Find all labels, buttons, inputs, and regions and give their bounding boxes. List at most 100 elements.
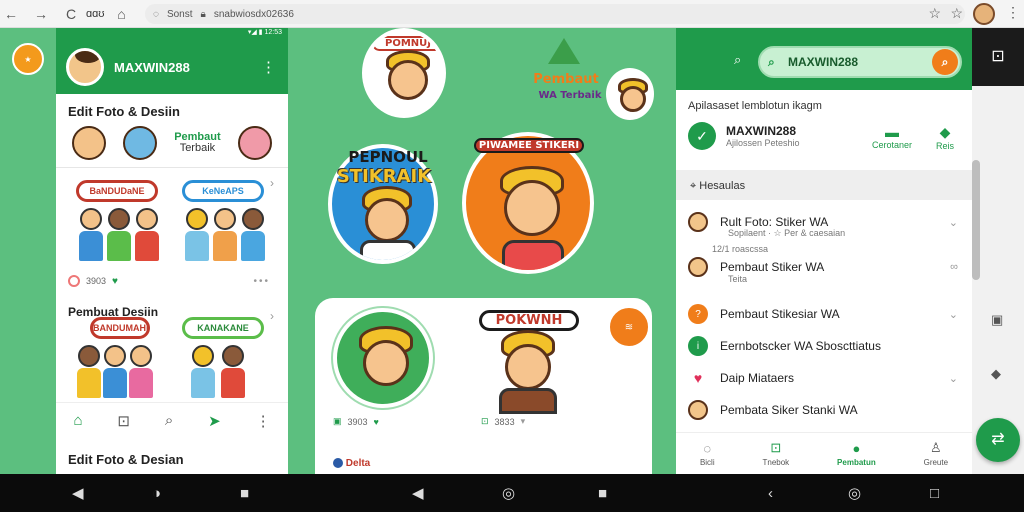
- tag-icon: ◆: [939, 124, 951, 140]
- sticker-top[interactable]: POMNUJ: [362, 28, 446, 118]
- nav-home-icon[interactable]: ◎: [502, 484, 515, 502]
- list-item[interactable]: ♥ Daip Miataers ⌄: [676, 362, 972, 394]
- search-input[interactable]: ⌕ MAXWIN288 ⌕: [758, 46, 962, 78]
- send-tab-icon[interactable]: ➤: [208, 412, 221, 430]
- sticker-pack-card[interactable]: › BaNDUDaNE KeNeAPS 3903 ♥ •••: [56, 167, 288, 295]
- more-options-icon[interactable]: ⋮: [261, 58, 276, 76]
- tab-chat-label: Bicli: [699, 457, 715, 467]
- sticker-kid: [128, 345, 154, 401]
- sticker-top-label: POMNUJ: [372, 36, 442, 51]
- bottom-tab-bar: ⌂ ⊡ ⌕ ➤ ⋮: [56, 402, 288, 438]
- chevron-down-icon[interactable]: ⌄: [949, 308, 958, 321]
- contact-action-2-label: Reis: [936, 141, 955, 151]
- gallery-tab-icon[interactable]: ⊡: [117, 412, 130, 430]
- floating-action-button[interactable]: ⇄: [976, 418, 1020, 462]
- sticker-big-left-label-a: PEPNOUL: [348, 148, 428, 166]
- contact-action-2[interactable]: ◆ Reis: [936, 124, 954, 151]
- back-button[interactable]: ←: [0, 3, 22, 25]
- like-icon[interactable]: [68, 275, 80, 287]
- list-item[interactable]: i Eernbotscker WA Sboscttiatus: [676, 330, 972, 362]
- verified-check-icon: ✓: [688, 122, 716, 150]
- sticker-pack-card[interactable]: Pembuat Desiin › BANDUMAHE KANAKANE: [56, 295, 288, 401]
- list-item-label: Pembata Siker Stanki WA: [720, 403, 858, 417]
- side-action-icon[interactable]: ▣: [991, 312, 1003, 328]
- sticker-banner: KeNeAPS: [182, 180, 264, 202]
- tab-book[interactable]: ⊡ Tnebok: [762, 440, 789, 467]
- heart-icon[interactable]: ♥: [112, 276, 118, 287]
- tab-profile[interactable]: ♙ Greute: [924, 440, 948, 467]
- sticker-action-icon: ≋: [624, 321, 634, 333]
- sticker-thumb[interactable]: [237, 126, 272, 160]
- info-icon: ◌: [153, 8, 159, 20]
- list-item[interactable]: Rult Foto: Stiker WA Sopilaent · ☆ Per &…: [676, 206, 972, 238]
- nav-recents-icon[interactable]: ■: [598, 485, 607, 502]
- tab-label: Sonst: [166, 8, 193, 20]
- nav-home-icon[interactable]: ◑: [152, 485, 161, 502]
- message-icon: ▬: [885, 124, 900, 140]
- contact-sub: Ajilossen Peteshio: [726, 138, 800, 148]
- nav-home-icon[interactable]: ◎: [848, 484, 861, 502]
- sticker-small[interactable]: [606, 68, 654, 120]
- sticker-group: KANAKANE: [176, 317, 272, 401]
- chevron-down-icon[interactable]: ⌄: [949, 216, 958, 229]
- search-tab-icon[interactable]: ⌕: [165, 412, 173, 429]
- list-item[interactable]: Pembaut Stiker WA Teita ∞: [676, 254, 972, 284]
- tab-create[interactable]: ● Pembatun: [837, 441, 876, 467]
- profile-avatar[interactable]: [973, 3, 995, 25]
- more-icon[interactable]: ∞: [950, 261, 958, 273]
- avatar[interactable]: [66, 48, 104, 86]
- sticker-detail-left[interactable]: [333, 308, 433, 408]
- search-submit-icon[interactable]: ⌕: [932, 49, 958, 75]
- bookmark-star-icon[interactable]: ☆: [928, 5, 941, 22]
- more-tab-icon[interactable]: ⋮: [256, 412, 271, 430]
- tab-chat[interactable]: ◌ Bicli: [700, 441, 715, 467]
- sticker-big-right[interactable]: [462, 132, 594, 274]
- search-icon[interactable]: ⌕: [734, 52, 741, 68]
- address-bar[interactable]: ◌ Sonst 🔒︎ snabwiosdx02636 ☆ ☆: [145, 4, 965, 24]
- home-tab-icon[interactable]: ⌂: [73, 412, 82, 429]
- contact-row[interactable]: ✓ MAXWIN288 Ajilossen Peteshio ▬ Cerotane…: [676, 112, 972, 160]
- extension-star-icon[interactable]: ☆: [950, 5, 963, 22]
- chevron-down-icon[interactable]: ⌄: [949, 372, 958, 385]
- sticker-action-button[interactable]: ≋: [606, 304, 652, 350]
- reload-button[interactable]: C: [60, 3, 82, 25]
- logo-text-a: Pembaut: [533, 72, 599, 87]
- nav-back-icon[interactable]: ◀: [412, 484, 424, 502]
- share-icon[interactable]: ⊡: [481, 416, 489, 427]
- sticker-body: [360, 240, 416, 260]
- logo-text-b: WA Terbaik: [538, 90, 602, 101]
- chevron-down-icon[interactable]: ▾: [521, 416, 526, 427]
- scrollbar[interactable]: [972, 160, 980, 280]
- sticker-face: [505, 344, 551, 390]
- save-icon[interactable]: ▣: [333, 416, 342, 427]
- card-more-icon[interactable]: •••: [253, 276, 270, 287]
- meta-right-count: 3833: [494, 416, 515, 427]
- reload-icon: C: [65, 5, 77, 22]
- left-phone-screen: ▾◢ ▮ 12:53 MAXWIN288 ⋮ Edit Foto & Desii…: [56, 28, 288, 474]
- right-phone-screen: ⌕ ⌕ MAXWIN288 ⌕ Apilasaset lemblotun ika…: [676, 28, 972, 474]
- app-logo-icon[interactable]: ★: [12, 43, 44, 75]
- heart-icon[interactable]: ♥: [374, 417, 379, 427]
- tab-create-label: Pembatun: [837, 457, 876, 467]
- detail-meta-left: ▣ 3903 ♥: [333, 416, 379, 427]
- sticker-big-left-label-b: STIKRAIK: [336, 166, 432, 187]
- side-action-icon[interactable]: ◆: [991, 366, 1001, 382]
- nav-back-icon[interactable]: ◀: [72, 484, 84, 502]
- nav-recents-icon[interactable]: ■: [240, 485, 249, 502]
- forward-button[interactable]: →: [30, 3, 52, 25]
- sticker-big-right-label: PIWAMEE STIKERI: [474, 138, 584, 153]
- home-button[interactable]: ⌂: [111, 3, 133, 25]
- sticker-detail-right[interactable]: POKWNH: [475, 310, 585, 414]
- nav-back-icon[interactable]: ‹: [768, 485, 773, 502]
- sticker-thumb[interactable]: [72, 126, 107, 160]
- browser-menu-icon[interactable]: ⋮: [1006, 4, 1020, 21]
- list-item[interactable]: ? Pembaut Stikesiar WA ⌄: [676, 298, 972, 330]
- avatar: [688, 212, 708, 232]
- heart-icon: ♥: [688, 368, 708, 388]
- contact-action-1[interactable]: ▬ Cerotaner: [872, 124, 912, 150]
- window-button[interactable]: ⊡: [972, 28, 1024, 86]
- list-item-pretext: 12/1 roascssa: [712, 244, 769, 254]
- nav-recents-icon[interactable]: □: [930, 485, 939, 502]
- sticker-thumb[interactable]: [123, 126, 158, 160]
- list-item[interactable]: Pembata Siker Stanki WA: [676, 394, 972, 426]
